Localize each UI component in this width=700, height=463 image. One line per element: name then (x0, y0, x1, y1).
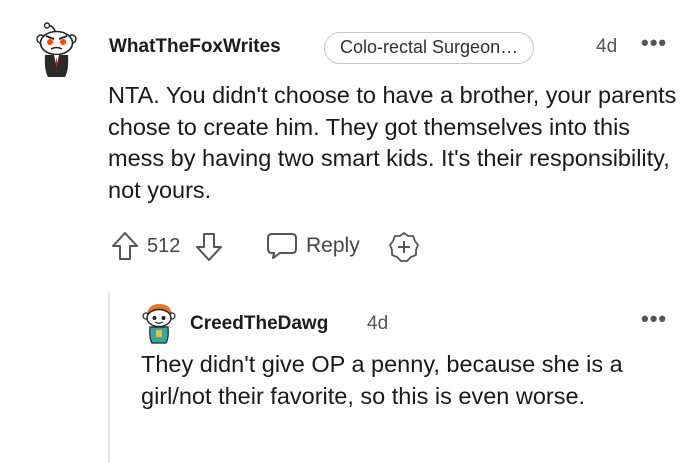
comment-body: NTA. You didn't choose to have a brother… (108, 82, 677, 203)
vote-score: 512 (147, 235, 181, 257)
reply-author[interactable]: CreedTheDawg (190, 313, 328, 335)
comment-author[interactable]: WhatTheFoxWrites (109, 36, 281, 58)
more-options-icon[interactable]: ••• (641, 30, 667, 56)
avatar[interactable] (34, 22, 84, 80)
user-flair: Colo-rectal Surgeon… (324, 32, 535, 64)
thread-line[interactable] (108, 292, 110, 463)
reply-timestamp: 4d (367, 313, 389, 334)
award-button[interactable] (388, 231, 420, 263)
speech-bubble-icon (267, 233, 297, 259)
downvote-arrow-icon[interactable] (194, 231, 224, 263)
snoo-avatar-icon (36, 22, 77, 77)
upvote-arrow-icon[interactable] (110, 230, 140, 262)
reply-avatar[interactable] (142, 302, 176, 344)
snoo-avatar-icon (142, 304, 176, 344)
award-plus-icon (389, 232, 419, 262)
reply-button[interactable]: Reply (266, 228, 360, 264)
reply-label: Reply (306, 234, 360, 257)
reply-body: They didn't give OP a penny, because she… (141, 351, 623, 409)
more-options-icon[interactable]: ••• (641, 306, 667, 332)
comment-timestamp: 4d (596, 36, 618, 57)
